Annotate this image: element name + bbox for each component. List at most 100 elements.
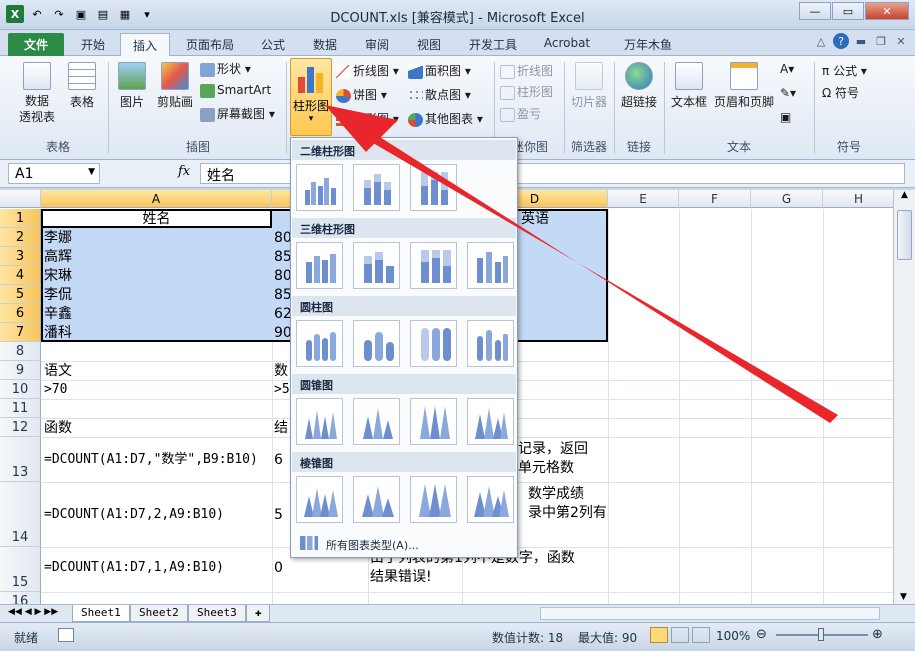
cell-b9[interactable]: 数 (274, 362, 288, 380)
window-min-icon[interactable]: ▬ (853, 33, 869, 49)
tab-home[interactable]: 开始 (68, 33, 118, 56)
3d-stacked-column-option[interactable] (353, 242, 400, 289)
column-header-g[interactable]: G (751, 190, 823, 208)
row-header-4[interactable]: 4 (0, 266, 41, 285)
row-header-9[interactable]: 9 (0, 361, 41, 380)
cell-a6[interactable]: 辛鑫 (44, 305, 72, 323)
scroll-thumb[interactable] (897, 210, 912, 260)
row-header-13[interactable]: 13 (0, 437, 41, 482)
normal-view-icon[interactable] (650, 627, 668, 643)
signature-button[interactable]: ✎▾ (780, 86, 796, 100)
column-chart-button[interactable]: 柱形图 ▾ (290, 58, 332, 136)
cell-a2[interactable]: 李娜 (44, 229, 72, 247)
column-header-e[interactable]: E (608, 190, 679, 208)
help-icon[interactable]: ? (833, 33, 849, 49)
hyperlink-button[interactable]: 超链接 (618, 62, 660, 110)
other-charts-button[interactable]: 其他图表 ▾ (408, 110, 483, 127)
tab-acrobat[interactable]: Acrobat (534, 33, 600, 56)
cell-a14[interactable]: =DCOUNT(A1:D7,2,A9:B10) (44, 506, 224, 524)
cell-a5[interactable]: 李侃 (44, 286, 72, 304)
cell-b10[interactable]: >5 (274, 381, 290, 399)
cell-b13[interactable]: 6 (274, 451, 283, 469)
cell-a7[interactable]: 潘科 (44, 324, 72, 342)
horizontal-scrollbar[interactable] (540, 607, 880, 620)
cell-a4[interactable]: 宋琳 (44, 267, 72, 285)
picture-button[interactable]: 图片 (114, 62, 150, 110)
tab-file[interactable]: 文件 (8, 33, 64, 56)
percent-stacked-cone-option[interactable] (410, 398, 457, 445)
header-footer-button[interactable]: 页眉和页脚 (712, 62, 776, 110)
percent-stacked-cylinder-option[interactable] (410, 320, 457, 367)
zoom-slider-thumb[interactable] (818, 628, 824, 641)
cell-a13[interactable]: =DCOUNT(A1:D7,"数学",B9:B10) (44, 451, 258, 469)
cell-a10[interactable]: >70 (44, 381, 67, 399)
tab-insert[interactable]: 插入 (120, 33, 170, 56)
3d-cylinder-option[interactable] (467, 320, 514, 367)
close-button[interactable]: ✕ (865, 2, 909, 20)
column-header-a[interactable]: A (41, 190, 272, 208)
textbox-button[interactable]: 文本框 (668, 62, 710, 110)
cell-a1[interactable]: 姓名 (41, 210, 272, 228)
clustered-pyramid-option[interactable] (296, 476, 343, 523)
cell-b14[interactable]: 5 (274, 506, 283, 524)
sheet-tab-3[interactable]: Sheet3 (188, 605, 246, 622)
row-header-10[interactable]: 10 (0, 380, 41, 399)
pivot-table-button[interactable]: 数据 透视表 (12, 62, 62, 125)
macro-record-icon[interactable] (58, 628, 74, 642)
name-box[interactable]: A1 ▼ (8, 163, 100, 184)
sheet-nav-icon[interactable]: ◀◀ ◀ ▶ ▶▶ (8, 607, 58, 617)
sheet-tab-1[interactable]: Sheet1 (72, 605, 130, 622)
tab-review[interactable]: 审阅 (354, 33, 400, 56)
zoom-level[interactable]: 100% (716, 629, 750, 643)
row-header-2[interactable]: 2 (0, 228, 41, 247)
row-header-12[interactable]: 12 (0, 418, 41, 437)
row-header-16[interactable]: 16 (0, 592, 41, 604)
cell-b12[interactable]: 结 (274, 419, 288, 437)
row-header-14[interactable]: 14 (0, 482, 41, 547)
window-restore-icon[interactable]: ❐ (873, 33, 889, 49)
tab-wannian[interactable]: 万年木鱼 (612, 33, 684, 56)
row-header-8[interactable]: 8 (0, 342, 41, 361)
sparkline-column-button[interactable]: 柱形图 (500, 83, 553, 100)
page-break-view-icon[interactable] (692, 627, 710, 643)
vertical-scrollbar[interactable]: ▲ ▼ (893, 190, 915, 604)
tab-page-layout[interactable]: 页面布局 (176, 33, 244, 56)
3d-cone-option[interactable] (467, 398, 514, 445)
3d-percent-stacked-column-option[interactable] (410, 242, 457, 289)
scatter-chart-button[interactable]: 散点图 ▾ (408, 86, 471, 103)
maximize-button[interactable]: ▭ (832, 2, 864, 20)
slicer-button[interactable]: 切片器 (568, 62, 610, 110)
scroll-up-icon[interactable]: ▲ (894, 190, 915, 200)
percent-stacked-pyramid-option[interactable] (410, 476, 457, 523)
insert-function-icon[interactable]: fx (178, 164, 190, 179)
pie-chart-button[interactable]: 饼图 ▾ (336, 86, 387, 103)
row-header-3[interactable]: 3 (0, 247, 41, 266)
row-header-15[interactable]: 15 (0, 547, 41, 592)
clustered-cone-option[interactable] (296, 398, 343, 445)
stacked-column-option[interactable] (353, 164, 400, 211)
tab-data[interactable]: 数据 (302, 33, 348, 56)
row-header-5[interactable]: 5 (0, 285, 41, 304)
wordart-button[interactable]: A▾ (780, 62, 794, 76)
insert-sheet-icon[interactable]: ✚ (246, 605, 270, 622)
equation-button[interactable]: π 公式 ▾ (822, 62, 867, 79)
column-header-h[interactable]: H (823, 190, 893, 208)
row-header-7[interactable]: 7 (0, 323, 41, 342)
object-button[interactable]: ▣ (780, 110, 791, 124)
scroll-down-icon[interactable]: ▼ (900, 592, 907, 602)
page-layout-view-icon[interactable] (671, 627, 689, 643)
minimize-button[interactable]: — (799, 2, 831, 20)
column-header-f[interactable]: F (679, 190, 751, 208)
all-chart-types-item[interactable]: 所有图表类型(A)... (292, 532, 516, 556)
line-chart-button[interactable]: 折线图 ▾ (336, 62, 399, 79)
sparkline-line-button[interactable]: 折线图 (500, 62, 553, 79)
stacked-pyramid-option[interactable] (353, 476, 400, 523)
row-header-11[interactable]: 11 (0, 399, 41, 418)
bar-chart-button[interactable]: 条形图 ▾ (336, 110, 399, 127)
table-button[interactable]: 表格 (64, 62, 100, 110)
sparkline-winloss-button[interactable]: 盈亏 (500, 105, 541, 122)
clustered-cylinder-option[interactable] (296, 320, 343, 367)
stacked-cylinder-option[interactable] (353, 320, 400, 367)
cell-a9[interactable]: 语文 (44, 362, 72, 380)
tab-view[interactable]: 视图 (406, 33, 452, 56)
